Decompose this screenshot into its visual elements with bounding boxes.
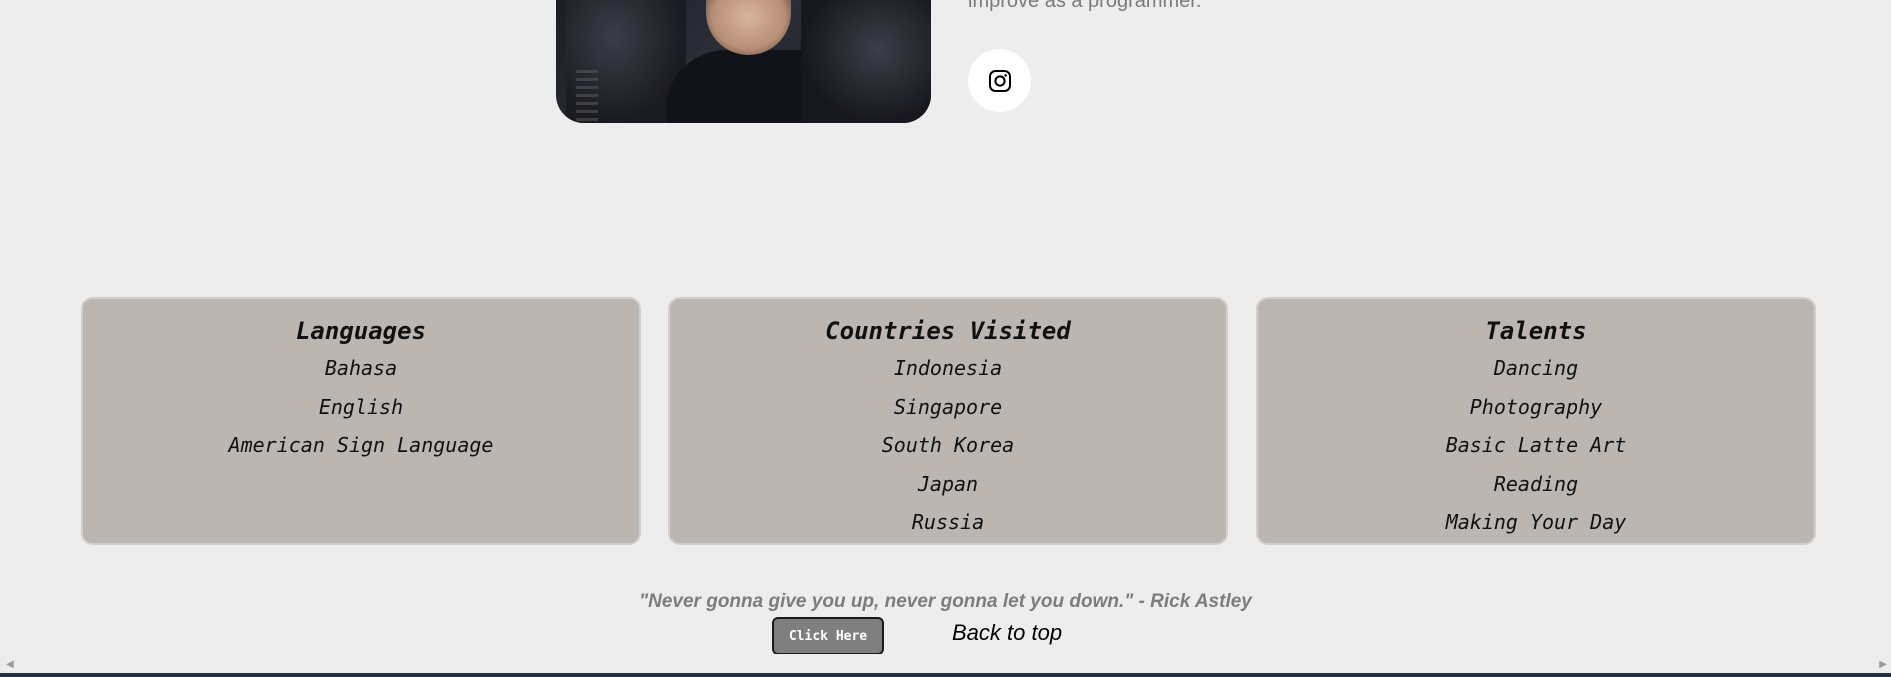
list-item: Indonesia (893, 356, 1003, 380)
horizontal-scrollbar[interactable]: ◀ ▶ (0, 654, 1891, 677)
list-item: English (318, 394, 404, 419)
scroll-right-icon[interactable]: ▶ (1879, 659, 1887, 670)
list-item: Japan (917, 471, 979, 496)
click-here-button[interactable]: Click Here (772, 617, 884, 655)
list-item: Basic Latte Art (1445, 433, 1627, 457)
list-item: Singapore (893, 394, 1003, 419)
card-title: Talents (1485, 317, 1587, 345)
quote-text: "Never gonna give you up, never gonna le… (639, 591, 1252, 612)
card-title: Languages (295, 317, 427, 345)
bio-text: improve as a programmer. (968, 0, 1202, 12)
list-item: Reading (1493, 471, 1579, 496)
card-list: Dancing Photography Basic Latte Art Read… (1258, 349, 1814, 542)
instagram-button[interactable] (968, 49, 1031, 112)
list-item: Photography (1469, 394, 1603, 419)
list-item: South Korea (881, 433, 1015, 457)
card-title: Countries Visited (825, 317, 1071, 345)
list-item: Russia (911, 510, 985, 534)
list-item: Bahasa (324, 356, 398, 380)
profile-photo (556, 0, 931, 123)
back-to-top-link[interactable]: Back to top (952, 620, 1062, 646)
taskbar-edge (0, 673, 1891, 677)
list-item: Making Your Day (1445, 510, 1627, 534)
scroll-left-icon[interactable]: ◀ (6, 659, 14, 670)
countries-card: Countries Visited Indonesia Singapore So… (668, 297, 1228, 545)
list-item: Dancing (1493, 356, 1579, 380)
languages-card: Languages Bahasa English American Sign L… (81, 297, 641, 545)
list-item: American Sign Language (228, 433, 494, 457)
talents-card: Talents Dancing Photography Basic Latte … (1256, 297, 1816, 545)
instagram-icon (988, 69, 1011, 92)
card-list: Indonesia Singapore South Korea Japan Ru… (670, 349, 1226, 542)
card-list: Bahasa English American Sign Language (83, 349, 639, 465)
